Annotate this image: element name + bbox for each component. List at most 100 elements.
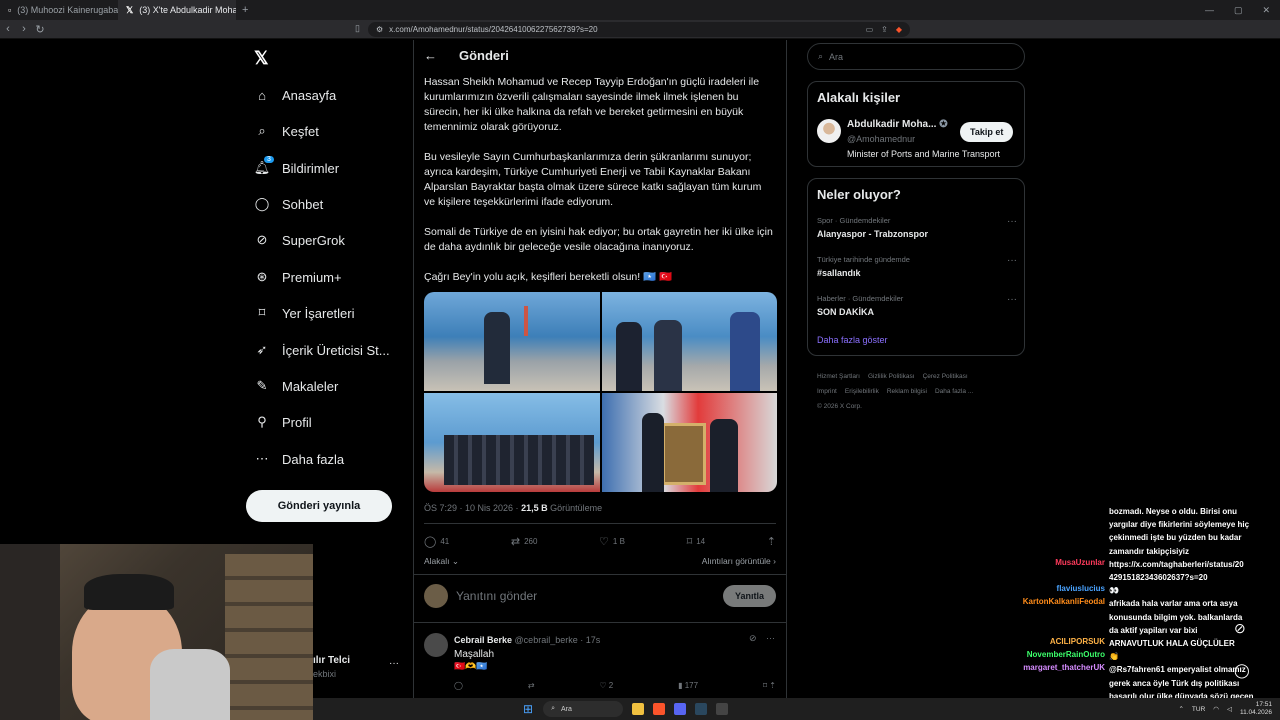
maximize-icon[interactable]: ▢ <box>1234 5 1243 16</box>
x-logo-icon[interactable]: 𝕏 <box>254 48 269 69</box>
person-name[interactable]: Abdulkadir Moha... ✪ <box>847 119 948 130</box>
chat-username[interactable]: flaviuslucius <box>905 584 1105 593</box>
footer-link[interactable]: Erişilebilirlik <box>845 388 879 395</box>
nav-item[interactable]: ➶ İçerik Üreticisi St... <box>254 342 390 358</box>
start-icon[interactable]: ⊞ <box>523 702 533 716</box>
share-icon[interactable]: ⇪ <box>881 25 888 34</box>
more-icon[interactable]: ··· <box>1007 216 1017 227</box>
chat-username[interactable]: MusaUzunlar <box>905 558 1105 567</box>
trend-item[interactable]: Haberler · Gündemdekiler SON DAKİKA ··· <box>817 294 1017 317</box>
back-icon[interactable]: ‹ <box>0 23 16 35</box>
minimize-icon[interactable]: — <box>1205 5 1214 16</box>
footer-link[interactable]: Çerez Politikası <box>923 373 968 380</box>
search-box[interactable]: ⌕ Ara <box>807 43 1025 70</box>
repost-action[interactable]: ⇄ 260 <box>511 535 538 548</box>
bookmark-icon[interactable]: ⌑ ⇡ <box>763 681 776 690</box>
nav-item[interactable]: ✎ Makaleler <box>254 378 339 394</box>
nav-item[interactable]: ⋯ Daha fazla <box>254 451 345 467</box>
nav-item[interactable]: ⊛ Premium+ <box>254 269 342 285</box>
volume-icon[interactable]: ◁ <box>1227 705 1232 713</box>
trend-item[interactable]: Spor · Gündemdekiler Alanyaspor - Trabzon… <box>817 216 1017 239</box>
reply-icon[interactable]: ◯ <box>454 681 463 690</box>
nav-item[interactable]: ⌑ Yer İşaretleri <box>254 305 355 321</box>
site-info-icon[interactable]: ⚙ <box>376 25 383 34</box>
obs-icon[interactable] <box>716 703 729 715</box>
trend-item[interactable]: Türkiye tarihinde gündemde #sallandık ··· <box>817 255 1017 278</box>
post-time[interactable]: ÖS 7:29 · 10 Nis 2026 · <box>424 503 519 513</box>
grok-icon[interactable]: ⊘ <box>749 633 757 644</box>
footer-link[interactable]: Reklam bilgisi <box>887 388 927 395</box>
url-field[interactable]: ⚙ x.com/Amohamednur/status/2042641006227… <box>368 22 910 37</box>
footer-link[interactable]: © 2026 X Corp. <box>817 403 862 410</box>
avatar[interactable] <box>817 119 841 143</box>
browser-tab-active[interactable]: 𝕏(3) X'te Abdulkadir Mohamed N...✕ <box>118 0 236 20</box>
reply-action[interactable]: ◯ 41 <box>424 535 449 548</box>
nav-item[interactable]: ⌂ Anasayfa <box>254 87 336 103</box>
follow-button[interactable]: Takip et <box>960 122 1014 142</box>
search-input[interactable]: Ara <box>829 52 843 62</box>
bookmark-page-icon[interactable]: ▯ <box>355 23 360 34</box>
post-photo[interactable] <box>601 393 777 492</box>
show-more-link[interactable]: Daha fazla göster <box>817 335 888 345</box>
language-indicator[interactable]: TUR <box>1192 706 1205 713</box>
cast-icon[interactable]: ▭ <box>866 25 874 34</box>
search-icon: ⌕ <box>258 123 266 138</box>
footer-link[interactable]: Gizlilik Politikası <box>868 373 915 380</box>
post-photo[interactable] <box>601 292 777 391</box>
trend-title: #sallandık <box>817 268 861 278</box>
footer-link[interactable]: Hizmet Şartları <box>817 373 860 380</box>
more-icon[interactable]: ··· <box>766 633 775 643</box>
chat-bubble-icon[interactable]: ◯ <box>1234 662 1250 679</box>
post-photo[interactable] <box>424 292 600 391</box>
nav-item[interactable]: ⊘ SuperGrok <box>254 232 345 248</box>
footer-link[interactable]: Daha fazla ... <box>935 388 973 395</box>
wifi-icon[interactable]: ◠ <box>1213 705 1219 713</box>
nav-item[interactable]: 🔔︎ 3 Bildirimler <box>254 156 339 176</box>
views-action[interactable]: ▮ 177 <box>678 681 698 690</box>
bookmark-action[interactable]: ⌑ 14 <box>687 535 706 548</box>
reload-icon[interactable]: ↻ <box>32 23 48 36</box>
chat-message: gerek anca öyle Türk dış politikası <box>1109 678 1240 688</box>
explorer-icon[interactable] <box>632 703 645 715</box>
post-button[interactable]: Gönderi yayınla <box>246 490 392 522</box>
chat-username[interactable]: KartonKalkanliFeodal <box>905 597 1105 606</box>
discord-icon[interactable] <box>674 703 687 715</box>
related-dropdown[interactable]: Alakalı ⌄ <box>424 556 459 567</box>
close-window-icon[interactable]: ✕ <box>1262 5 1270 16</box>
brave-shield-icon[interactable]: ◆ <box>896 25 902 34</box>
chevron-up-icon[interactable]: ⌃ <box>1178 705 1183 713</box>
back-arrow-icon[interactable]: ← <box>424 48 437 63</box>
account-more-icon[interactable]: ··· <box>389 658 399 669</box>
chat-username[interactable]: ACILIPORSUK <box>905 637 1105 646</box>
account-name[interactable]: ılır Telci <box>313 655 350 666</box>
more-icon[interactable]: ··· <box>1007 255 1017 266</box>
like-action[interactable]: ♡ 1 B <box>599 535 625 548</box>
more-icon[interactable]: ··· <box>1007 294 1017 305</box>
home-icon: ⌂ <box>258 87 266 103</box>
comment-author[interactable]: Cebrail Berke <box>454 635 512 645</box>
chat-icon[interactable]: ⊘ <box>1234 620 1246 637</box>
quotes-link[interactable]: Alıntıları görüntüle › <box>702 556 776 567</box>
repost-icon[interactable]: ⇄ <box>528 681 535 690</box>
reply-input[interactable]: Yanıtını gönder <box>456 589 537 603</box>
trend-category: Spor · Gündemdekiler <box>817 216 891 225</box>
taskbar-search[interactable]: ⌕ Ara <box>543 701 624 717</box>
clock[interactable]: 17:51 11.04.2026 <box>1240 701 1272 717</box>
post-photo[interactable] <box>424 393 600 492</box>
footer-link[interactable]: Imprint <box>817 388 837 395</box>
trends-title: Neler oluyor? <box>817 187 901 202</box>
browser-tab[interactable]: ▫ (3) Muhoozi Kainerugaba (@mkainer... <box>0 0 118 20</box>
like-action[interactable]: ♡ 2 <box>599 681 613 690</box>
nav-item[interactable]: ⚲ Profil <box>254 414 311 430</box>
share-action[interactable]: ⇡ <box>767 535 776 548</box>
chat-username[interactable]: margaret_thatcherUK <box>905 663 1105 672</box>
nav-item[interactable]: ◯ Sohbet <box>254 196 323 212</box>
reply-button[interactable]: Yanıtla <box>722 585 776 607</box>
nav-item[interactable]: ⌕ Keşfet <box>254 123 319 139</box>
steam-icon[interactable] <box>695 703 708 715</box>
post-paragraph: Bu vesileyle Sayın Cumhurbaşkanlarımıza … <box>424 151 762 208</box>
forward-icon[interactable]: › <box>16 23 32 35</box>
chat-username[interactable]: NovemberRainOutro <box>905 650 1105 659</box>
brave-icon[interactable] <box>653 703 666 715</box>
new-tab-button[interactable]: + <box>236 4 254 16</box>
